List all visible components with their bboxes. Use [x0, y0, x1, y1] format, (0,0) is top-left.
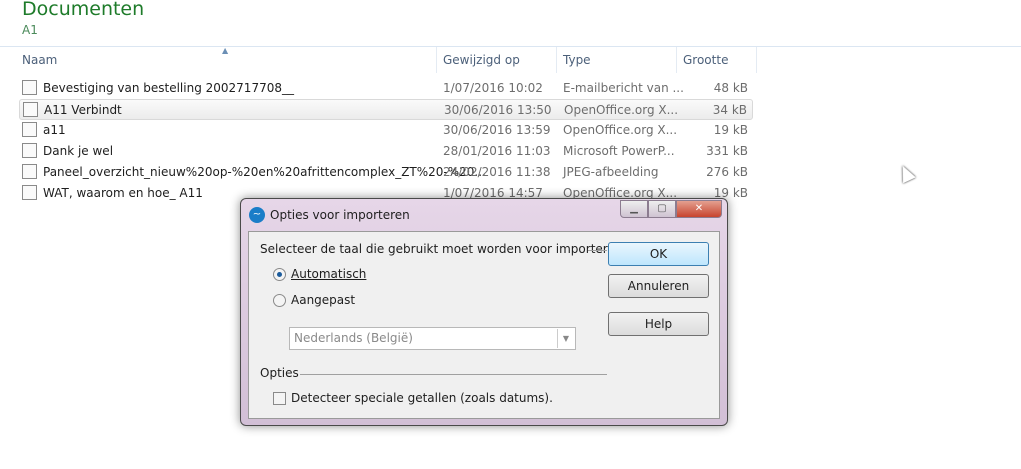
file-size: 34 kB	[712, 103, 747, 117]
file-modified: 1/07/2016 10:02	[443, 81, 543, 95]
column-size[interactable]: Grootte	[677, 47, 757, 73]
language-group-label: Selecteer de taal die gebruikt moet word…	[260, 242, 623, 256]
help-button[interactable]: Help	[608, 312, 709, 336]
file-name: Paneel_overzicht_nieuw%20op-%20en%20afri…	[43, 165, 486, 179]
file-name: WAT, waarom en hoe_ A11	[43, 186, 203, 200]
spreadsheet-icon	[23, 102, 38, 117]
chevron-down-icon[interactable]: ▼	[557, 329, 574, 348]
radio-custom-label[interactable]: Aangepast	[291, 293, 355, 307]
file-row[interactable]: Paneel_overzicht_nieuw%20op-%20en%20afri…	[19, 162, 753, 183]
language-select[interactable]: Nederlands (België) ▼	[289, 327, 576, 350]
radio-custom[interactable]	[273, 294, 286, 307]
file-modified: 28/01/2016 11:03	[443, 144, 551, 158]
ok-button[interactable]: OK	[608, 242, 709, 266]
options-group-label: Opties	[260, 366, 299, 380]
file-row[interactable]: Dank je wel 28/01/2016 11:03 Microsoft P…	[19, 141, 753, 162]
file-size: 276 kB	[706, 165, 748, 179]
file-row[interactable]: a11 30/06/2016 13:59 OpenOffice.org X...…	[19, 120, 753, 141]
openoffice-icon: ~	[249, 207, 265, 223]
radio-automatic-label[interactable]: Automatisch	[291, 267, 366, 281]
detect-numbers-checkbox[interactable]	[273, 392, 286, 405]
image-icon	[22, 164, 37, 179]
column-modified[interactable]: Gewijzigd op	[437, 47, 557, 73]
folder-subtitle: A1	[22, 23, 38, 37]
spreadsheet-icon	[22, 185, 37, 200]
file-type: E-mailbericht van ...	[563, 81, 684, 95]
maximize-button[interactable]: ▢	[648, 200, 676, 218]
file-name: Bevestiging van bestelling 2002717708__	[43, 81, 294, 95]
column-name[interactable]: Naam	[16, 47, 437, 73]
column-header-row: Naam Gewijzigd op Type Grootte	[0, 46, 1021, 73]
file-row[interactable]: A11 Verbindt 30/06/2016 13:50 OpenOffice…	[19, 99, 753, 120]
file-name: a11	[43, 123, 66, 137]
group-divider	[588, 250, 607, 251]
dialog-title: Opties voor importeren	[270, 208, 410, 222]
radio-automatic[interactable]	[273, 268, 286, 281]
file-size: 19 kB	[713, 123, 748, 137]
column-type[interactable]: Type	[557, 47, 677, 73]
presentation-icon	[22, 143, 37, 158]
group-divider	[300, 374, 607, 375]
radio-automatic-text: Automatisch	[291, 267, 367, 281]
mouse-cursor-icon	[896, 162, 916, 184]
file-modified: 30/06/2016 13:59	[443, 123, 551, 137]
file-size: 48 kB	[713, 81, 748, 95]
file-type: OpenOffice.org X...	[564, 103, 679, 117]
mail-icon	[22, 80, 37, 95]
folder-title: Documenten	[22, 0, 145, 20]
minimize-button[interactable]: ▁	[620, 200, 648, 218]
file-modified: 24/02/2016 11:38	[443, 165, 551, 179]
file-type: Microsoft PowerP...	[563, 144, 675, 158]
cancel-button[interactable]: Annuleren	[608, 274, 709, 298]
file-size: 331 kB	[706, 144, 748, 158]
close-button[interactable]: ✕	[676, 200, 722, 218]
file-modified: 30/06/2016 13:50	[444, 103, 552, 117]
spreadsheet-icon	[22, 122, 37, 137]
import-options-dialog: ~ Opties voor importeren ▁ ▢ ✕ Selecteer…	[240, 198, 728, 426]
file-name: Dank je wel	[43, 144, 114, 158]
detect-numbers-label[interactable]: Detecteer speciale getallen (zoals datum…	[291, 391, 553, 405]
file-row[interactable]: Bevestiging van bestelling 2002717708__ …	[19, 78, 753, 99]
language-select-value: Nederlands (België)	[294, 331, 413, 345]
file-type: JPEG-afbeelding	[563, 165, 659, 179]
file-type: OpenOffice.org X...	[563, 123, 678, 137]
file-name: A11 Verbindt	[44, 103, 122, 117]
